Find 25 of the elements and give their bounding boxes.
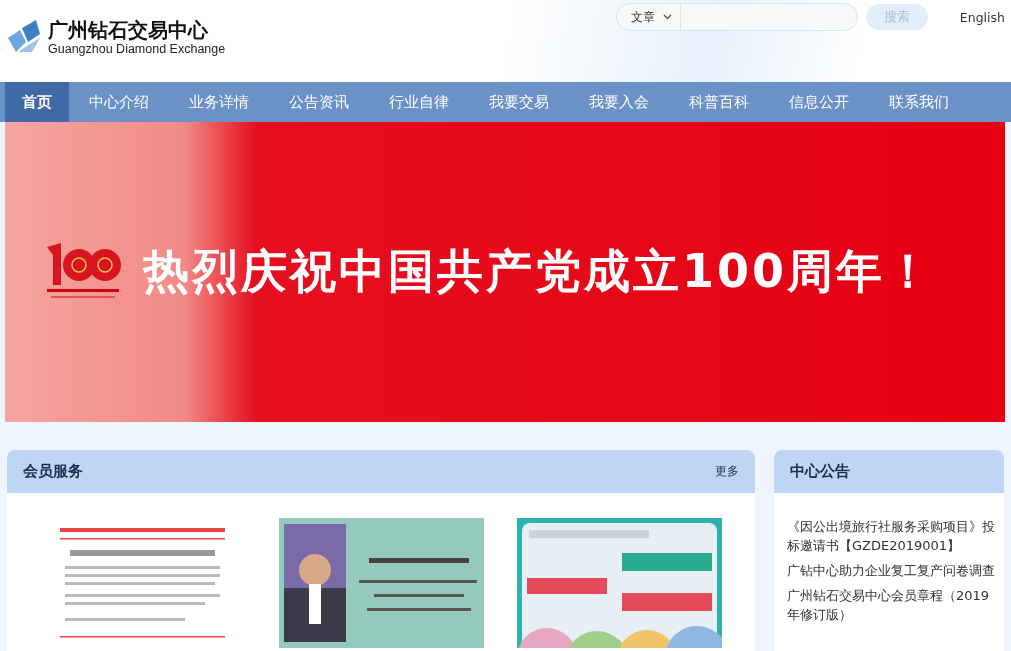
nav-tab[interactable]: 联系我们 — [869, 82, 969, 122]
search-button[interactable]: 搜索 — [865, 4, 928, 30]
more-link[interactable]: 更多 — [715, 463, 739, 480]
caret-icon — [662, 14, 672, 20]
language-link[interactable]: English — [959, 9, 1005, 25]
nav-tab[interactable]: 中心介绍 — [69, 82, 169, 122]
nav-tab[interactable]: 业务详情 — [169, 82, 269, 122]
nav-tab[interactable]: 我要交易 — [469, 82, 569, 122]
nav-tab[interactable]: 信息公开 — [769, 82, 869, 122]
site-subtitle: Guangzhou Diamond Exchange — [48, 42, 226, 56]
search-field[interactable]: 文章 — [615, 3, 858, 31]
card-title: 中心公告 — [790, 462, 850, 481]
nav-tab[interactable]: 行业自律 — [369, 82, 469, 122]
announcement-link[interactable]: 广钻中心助力企业复工复产问卷调查 — [787, 561, 996, 580]
search-scope-dropdown[interactable]: 文章 — [616, 4, 681, 30]
banner-headline: 热烈庆祝中国共产党成立100周年！ — [143, 243, 935, 300]
site-name: 广州钻石交易中心 — [48, 18, 209, 42]
diamond-logo-icon — [6, 20, 42, 54]
nav-tab[interactable]: 我要入会 — [569, 82, 669, 122]
nav-tab[interactable]: 首页 — [5, 82, 69, 122]
announcement-link[interactable]: 广州钻石交易中心会员章程（2019年修订版） — [787, 586, 996, 624]
card-title: 会员服务 — [23, 462, 83, 481]
announcement-link[interactable]: 《因公出境旅行社服务采购项目》投标邀请书【GZDE2019001】 — [787, 517, 996, 555]
nav-tab[interactable]: 科普百科 — [669, 82, 769, 122]
nav-tab[interactable]: 公告资讯 — [269, 82, 369, 122]
